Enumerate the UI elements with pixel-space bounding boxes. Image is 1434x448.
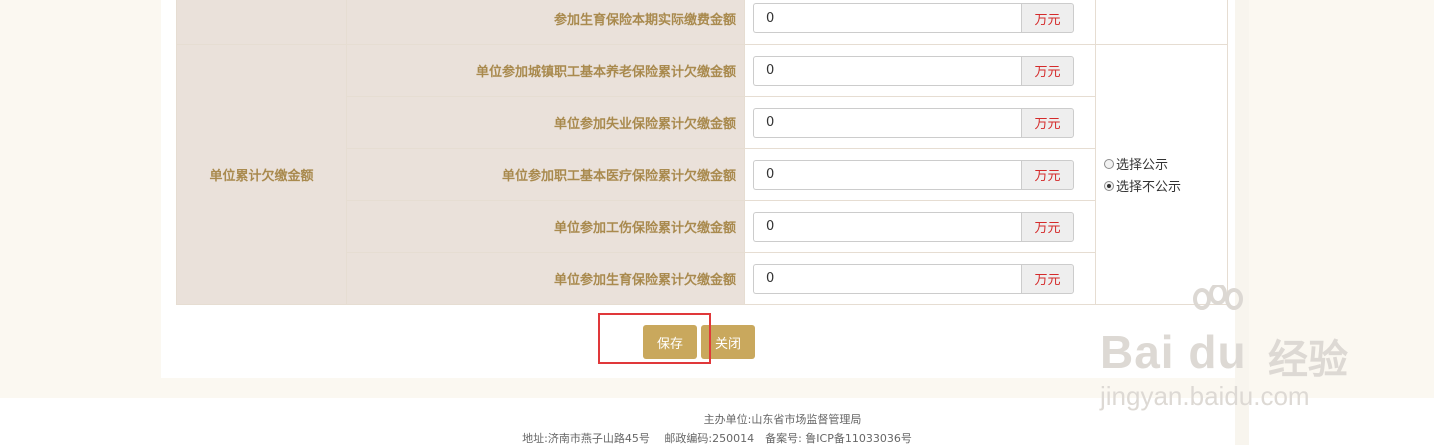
input-cell: 万元 [744, 252, 1096, 305]
group-label: 单位累计欠缴金额 [176, 44, 347, 305]
radio-private-label: 选择不公示 [1116, 180, 1182, 195]
watermark-brand: Bai du [1100, 326, 1247, 378]
unit-addon: 万元 [1021, 211, 1074, 242]
amount-input-group: 万元 [745, 55, 1095, 86]
amount-input-group: 万元 [745, 263, 1095, 294]
unit-addon: 万元 [1021, 55, 1074, 86]
input-cell: 万元 [744, 44, 1096, 97]
annotation-highlight-box [598, 313, 711, 364]
unit-addon: 万元 [1021, 263, 1074, 294]
amount-input-group: 万元 [745, 211, 1095, 242]
table-row: 参加生育保险本期实际缴费金额 万元 [176, 0, 1228, 45]
row-label: 单位参加生育保险累计欠缴金额 [346, 252, 745, 305]
input-cell: 万元 [744, 96, 1096, 149]
row-label: 单位参加失业保险累计欠缴金额 [346, 96, 745, 149]
radio-private[interactable] [1104, 180, 1114, 191]
amount-input-group: 万元 [745, 107, 1095, 138]
unit-addon: 万元 [1021, 3, 1074, 33]
radio-public-label: 选择公示 [1116, 158, 1169, 173]
radio-public[interactable] [1104, 158, 1114, 169]
watermark-url: jingyan.baidu.com [1100, 381, 1310, 411]
input-cell: 万元 [744, 200, 1096, 253]
medical-arrears-input[interactable] [753, 159, 1021, 190]
publish-radio-group: 选择公示 选择不公示 [1096, 153, 1227, 197]
publish-option-public[interactable]: 选择公示 [1104, 153, 1227, 175]
pension-arrears-input[interactable] [753, 55, 1021, 86]
maternity-paid-amount-input[interactable] [753, 3, 1021, 33]
unemployment-arrears-input[interactable] [753, 107, 1021, 138]
publish-option-private[interactable]: 选择不公示 [1104, 175, 1227, 197]
row-label: 单位参加城镇职工基本养老保险累计欠缴金额 [346, 44, 745, 97]
row-label: 单位参加工伤保险累计欠缴金额 [346, 200, 745, 253]
footer-address: 地址:济南市燕子山路45号 邮政编码:250014 备案号: 鲁ICP备1103… [522, 432, 912, 445]
previous-group-cell [176, 0, 347, 45]
injury-arrears-input[interactable] [753, 211, 1021, 242]
publish-options-cell: 选择公示 选择不公示 [1095, 44, 1228, 305]
row-label: 参加生育保险本期实际缴费金额 [346, 0, 745, 45]
unit-addon: 万元 [1021, 107, 1074, 138]
maternity-arrears-input[interactable] [753, 263, 1021, 294]
footer: 主办单位:山东省市场监督管理局 地址:济南市燕子山路45号 邮政编码:25001… [0, 410, 1434, 448]
input-cell: 万元 [744, 148, 1096, 201]
amount-input-group: 万元 [745, 159, 1095, 190]
row-label: 单位参加职工基本医疗保险累计欠缴金额 [346, 148, 745, 201]
unit-addon: 万元 [1021, 159, 1074, 190]
input-cell: 万元 [744, 0, 1096, 45]
watermark-brand-cn: 经验 [1268, 337, 1348, 383]
table-row: 单位累计欠缴金额 单位参加城镇职工基本养老保险累计欠缴金额 万元 选择公示 选择… [176, 44, 1228, 305]
amount-input-group: 万元 [745, 3, 1095, 33]
arrears-form-table: 参加生育保险本期实际缴费金额 万元 单位累计欠缴金额 单位参加城镇职工基本养老保… [176, 0, 1228, 305]
previous-publish-cell [1095, 0, 1228, 45]
baidu-jingyan-watermark: Bai du 经验 jingyan.baidu.com [1100, 285, 1400, 415]
